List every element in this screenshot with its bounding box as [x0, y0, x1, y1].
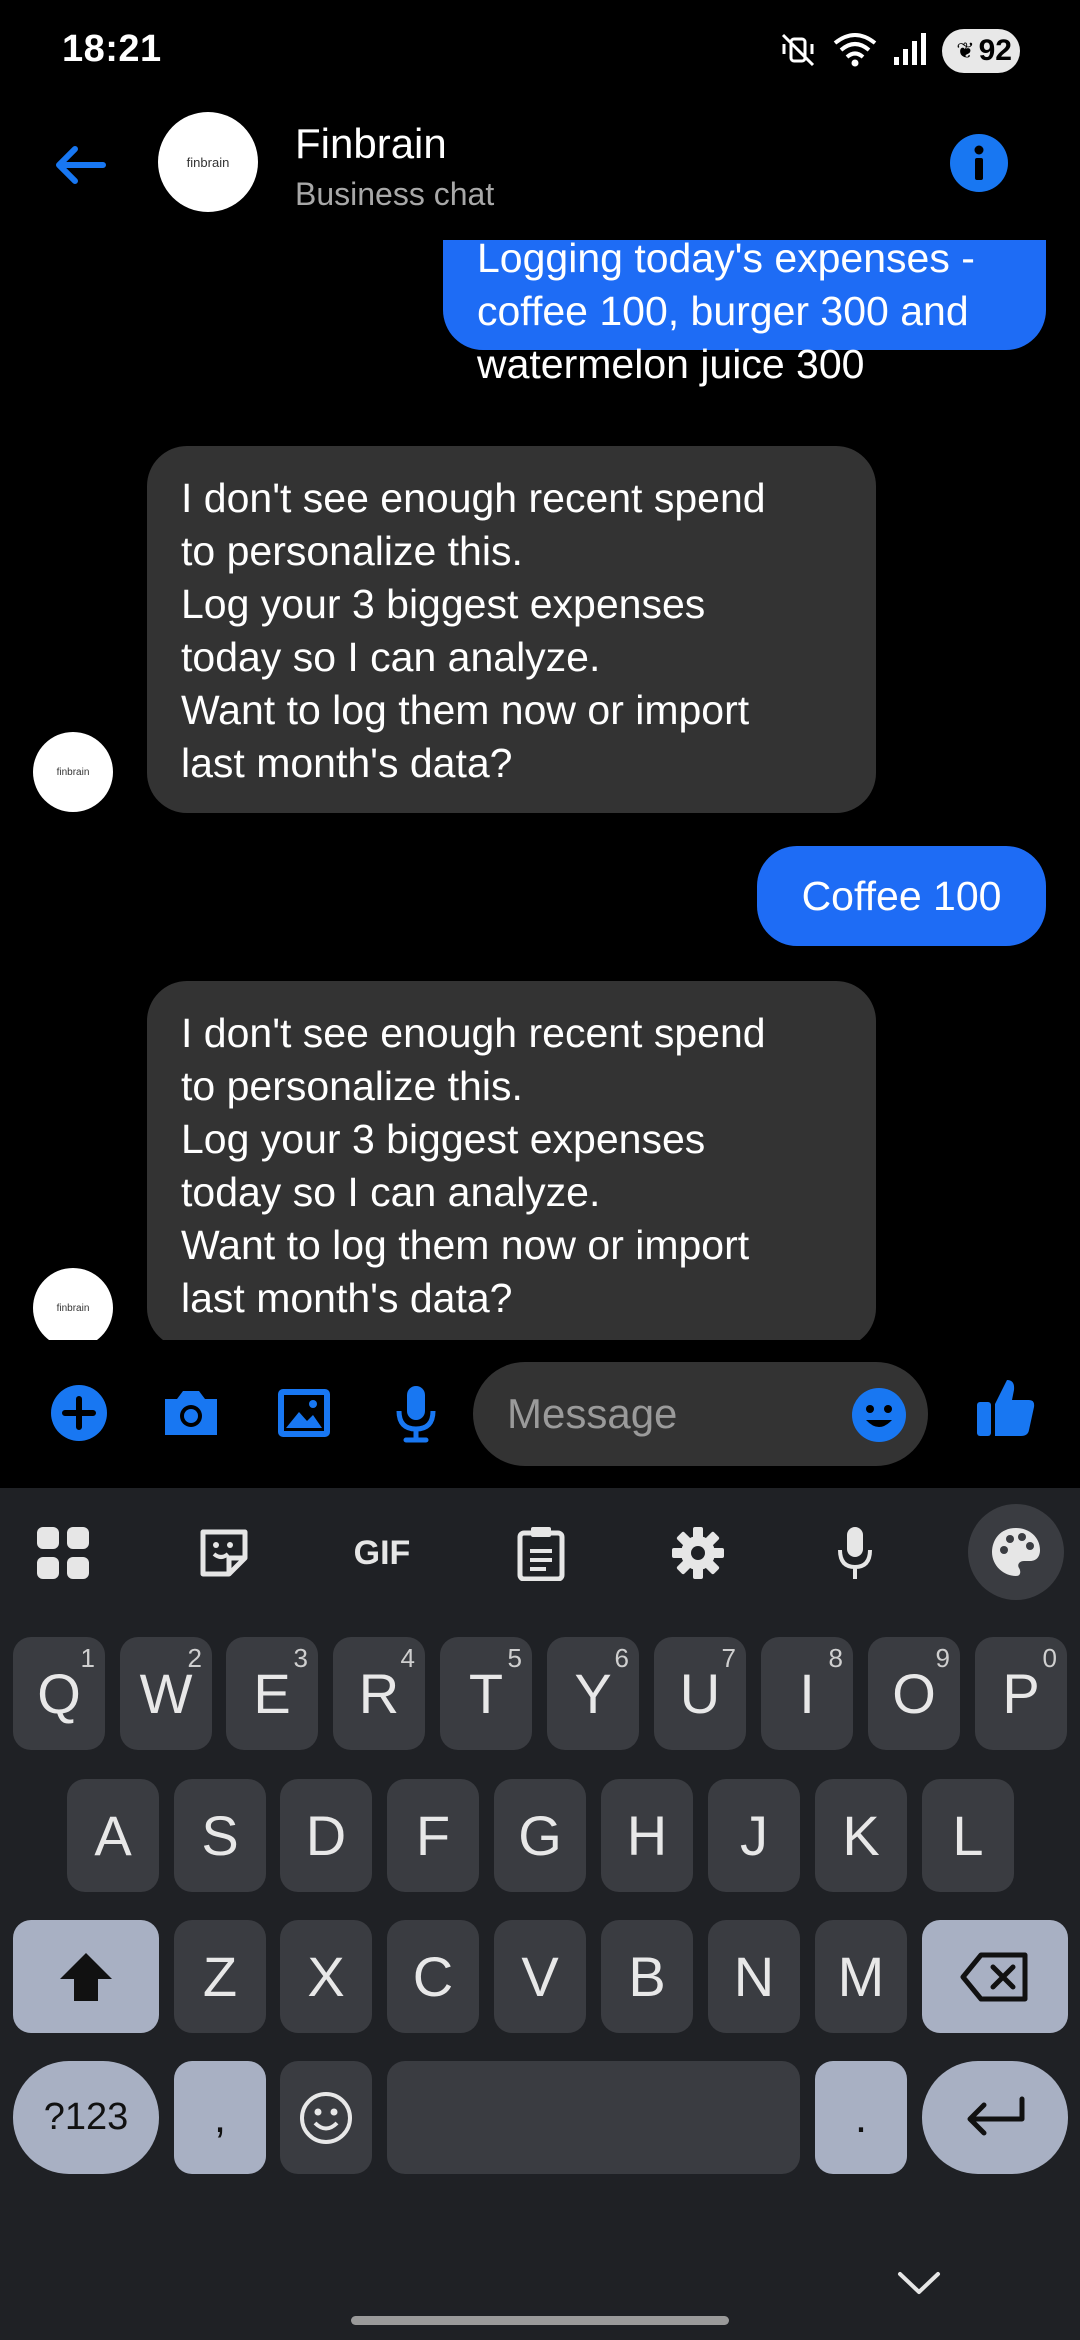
backspace-icon	[960, 1952, 1028, 2001]
contact-subtitle: Business chat	[295, 176, 495, 212]
key-o[interactable]: O9	[868, 1637, 960, 1750]
key-u[interactable]: U7	[654, 1637, 746, 1750]
plus-button[interactable]	[46, 1380, 112, 1446]
key-r[interactable]: R4	[333, 1637, 425, 1750]
symbols-key[interactable]: ?123	[13, 2061, 159, 2174]
key-t[interactable]: T5	[440, 1637, 532, 1750]
mute-vibrate-icon	[778, 29, 818, 74]
key-a[interactable]: A	[67, 1779, 159, 1892]
key-b[interactable]: B	[601, 1920, 693, 2033]
sticker-button[interactable]	[195, 1524, 253, 1582]
wifi-icon	[832, 29, 878, 74]
message-composer: Message	[0, 1340, 1080, 1488]
key-g[interactable]: G	[494, 1779, 586, 1892]
shift-key[interactable]	[13, 1920, 159, 2033]
theme-palette-button[interactable]	[968, 1504, 1064, 1600]
key-f[interactable]: F	[387, 1779, 479, 1892]
info-button[interactable]	[950, 134, 1008, 192]
key-v[interactable]: V	[494, 1920, 586, 2033]
status-icons: ❦ 92	[778, 28, 1020, 74]
emoji-icon	[852, 1388, 906, 1442]
key-x[interactable]: X	[280, 1920, 372, 2033]
avatar-logo-text: finbrain	[56, 766, 90, 778]
back-button[interactable]	[44, 130, 114, 200]
enter-icon	[967, 2096, 1025, 2135]
battery-level: 92	[978, 34, 1012, 67]
apps-grid-icon	[37, 1527, 89, 1579]
avatar-logo-text: finbrain	[56, 1302, 90, 1314]
key-p[interactable]: P0	[975, 1637, 1067, 1750]
key-n[interactable]: N	[708, 1920, 800, 2033]
shift-icon	[60, 1952, 112, 2001]
plus-icon	[51, 1385, 107, 1441]
contact-avatar[interactable]: finbrain	[158, 112, 258, 212]
status-bar: 18:21 ❦ 92	[0, 0, 1080, 100]
key-j[interactable]: J	[708, 1779, 800, 1892]
info-icon	[974, 145, 984, 180]
back-arrow-icon	[56, 146, 106, 184]
outgoing-message[interactable]: Coffee 100	[757, 846, 1046, 946]
key-s[interactable]: S	[174, 1779, 266, 1892]
key-q[interactable]: Q1	[13, 1637, 105, 1750]
incoming-message[interactable]: I don't see enough recent spend to perso…	[147, 446, 876, 813]
gallery-button[interactable]	[271, 1380, 337, 1446]
collapse-keyboard-button[interactable]	[894, 2268, 954, 2308]
sender-avatar[interactable]: finbrain	[33, 732, 113, 812]
apps-grid-button[interactable]	[34, 1524, 92, 1582]
gif-button[interactable]: GIF	[350, 1524, 414, 1582]
message-input[interactable]: Message	[473, 1362, 928, 1466]
settings-button[interactable]	[669, 1524, 727, 1582]
sender-avatar[interactable]: finbrain	[33, 1268, 113, 1340]
battery-indicator: ❦ 92	[942, 29, 1020, 73]
camera-button[interactable]	[158, 1380, 224, 1446]
clipboard-icon	[517, 1527, 565, 1581]
emoji-key[interactable]	[280, 2061, 372, 2174]
space-key[interactable]	[387, 2061, 800, 2174]
key-h[interactable]: H	[601, 1779, 693, 1892]
battery-saver-leaf-icon: ❦	[956, 38, 975, 63]
emoji-button[interactable]	[850, 1386, 908, 1444]
thumbs-up-icon	[977, 1380, 1035, 1436]
key-m[interactable]: M	[815, 1920, 907, 2033]
keyboard-toolbar: GIF	[0, 1488, 1080, 1613]
like-button[interactable]	[973, 1374, 1039, 1440]
key-e[interactable]: E3	[226, 1637, 318, 1750]
message-list[interactable]: Logging today's expenses - coffee 100, b…	[0, 240, 1080, 1340]
status-time: 18:21	[62, 28, 162, 70]
gif-label: GIF	[353, 1533, 411, 1572]
gear-icon	[672, 1527, 724, 1579]
avatar-logo-text: finbrain	[186, 154, 230, 170]
key-k[interactable]: K	[815, 1779, 907, 1892]
period-key[interactable]: .	[815, 2061, 907, 2174]
microphone-icon	[396, 1386, 436, 1443]
key-i[interactable]: I8	[761, 1637, 853, 1750]
voice-message-button[interactable]	[383, 1380, 449, 1446]
key-c[interactable]: C	[387, 1920, 479, 2033]
microphone-icon	[838, 1527, 872, 1579]
backspace-key[interactable]	[922, 1920, 1068, 2033]
camera-icon	[165, 1391, 217, 1435]
sticker-icon	[200, 1529, 248, 1577]
chat-header: finbrain Finbrain Business chat	[0, 100, 1080, 240]
enter-key[interactable]	[922, 2061, 1068, 2174]
signal-icon	[892, 29, 928, 74]
incoming-message[interactable]: I don't see enough recent spend to perso…	[147, 981, 876, 1340]
chevron-down-icon	[898, 2272, 940, 2294]
palette-icon	[992, 1528, 1040, 1576]
gallery-icon	[278, 1389, 330, 1437]
emoji-icon	[300, 2091, 352, 2144]
key-d[interactable]: D	[280, 1779, 372, 1892]
comma-key[interactable]: ,	[174, 2061, 266, 2174]
outgoing-message[interactable]: Logging today's expenses - coffee 100, b…	[443, 240, 1046, 387]
key-w[interactable]: W2	[120, 1637, 212, 1750]
clipboard-button[interactable]	[512, 1524, 570, 1582]
on-screen-keyboard: GIF Q1 W2 E3 R4 T5 Y6 U7 I8 O9 P0 A S D …	[0, 1488, 1080, 2340]
key-y[interactable]: Y6	[547, 1637, 639, 1750]
contact-name[interactable]: Finbrain	[295, 120, 447, 168]
voice-input-button[interactable]	[826, 1524, 884, 1582]
home-indicator[interactable]	[351, 2316, 729, 2325]
key-l[interactable]: L	[922, 1779, 1014, 1892]
message-placeholder: Message	[507, 1390, 678, 1437]
key-z[interactable]: Z	[174, 1920, 266, 2033]
